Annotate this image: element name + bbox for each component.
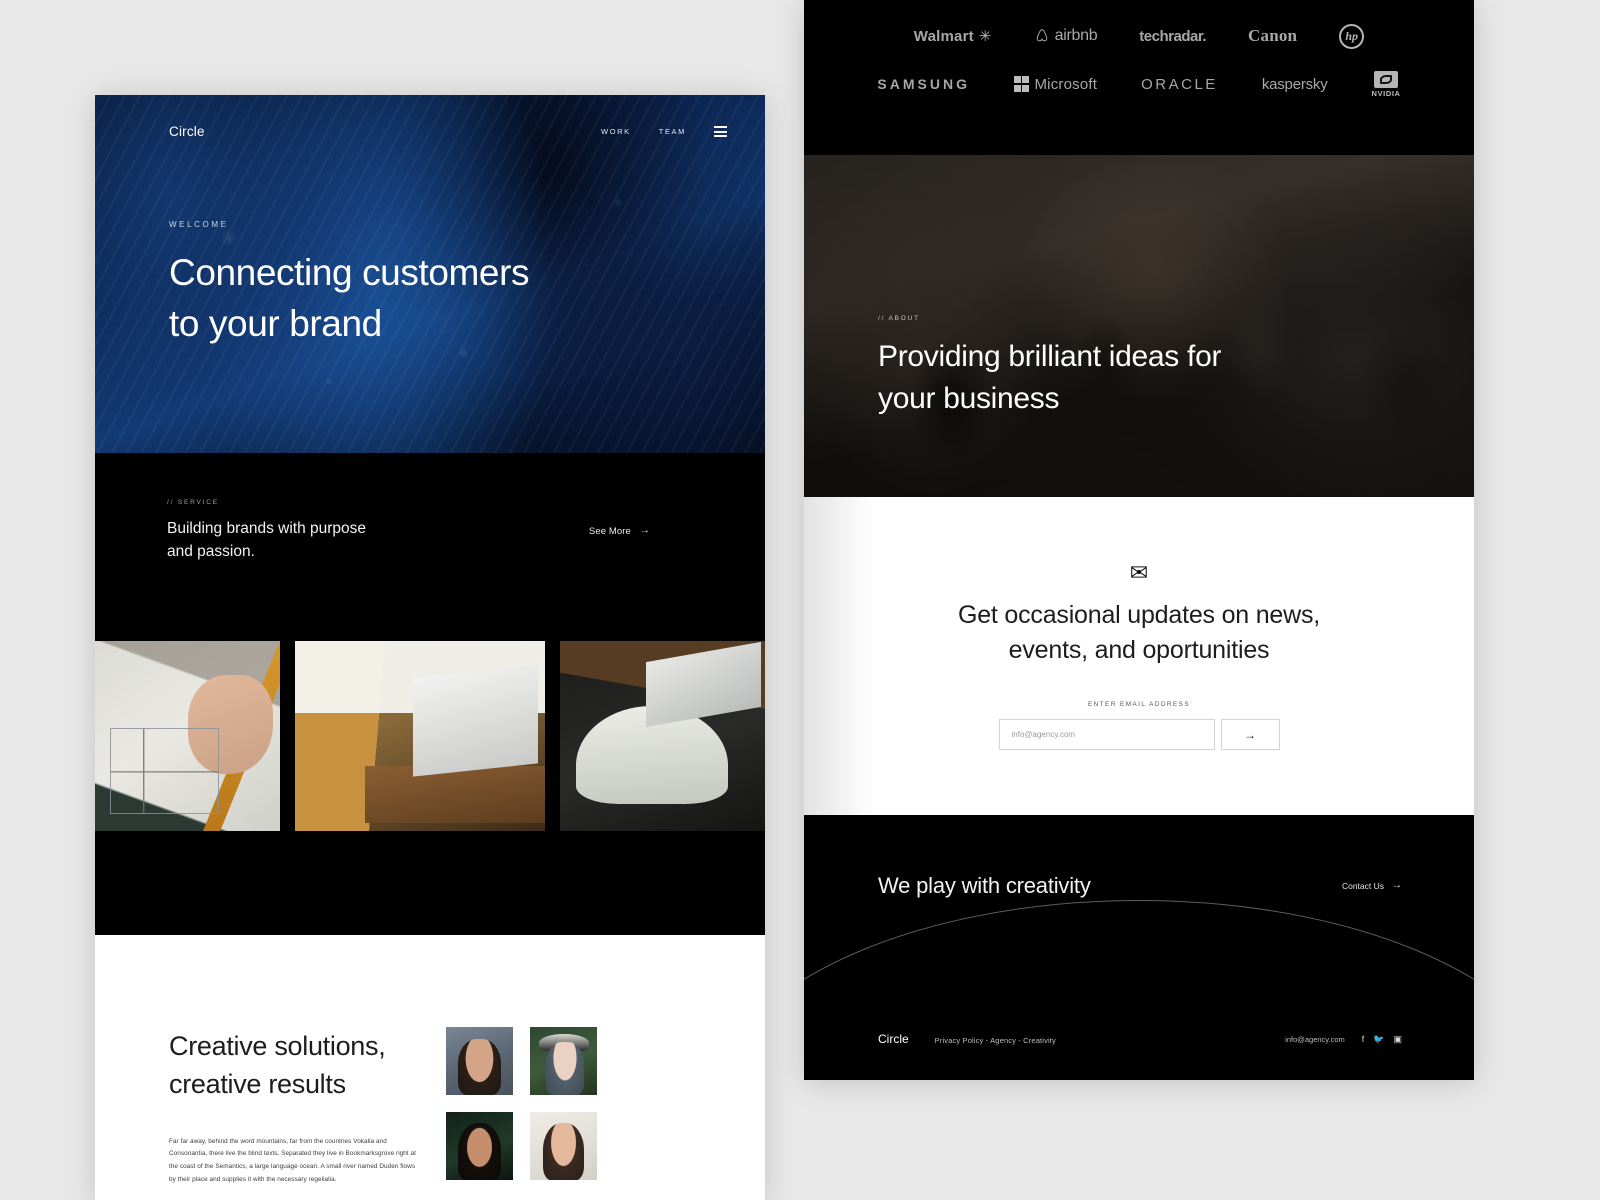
service-tag: // SERVICE bbox=[167, 498, 219, 506]
see-more-link[interactable]: See More → bbox=[589, 526, 650, 537]
kaspersky-logo: kaspersky bbox=[1261, 75, 1328, 93]
canon-logo: Canon bbox=[1248, 26, 1298, 45]
hamburger-icon[interactable] bbox=[714, 126, 727, 137]
about-title: Providing brilliant ideas for your busin… bbox=[878, 340, 1222, 415]
person-typing-laptop-photo bbox=[295, 641, 545, 831]
samsung-logo: SAMSUNG bbox=[877, 76, 970, 92]
screenshot-canvas: Circle WORK TEAM WELCOME Connecting cust… bbox=[0, 0, 1600, 1200]
footer-top-row: We play with creativity Contact Us → bbox=[804, 815, 1474, 899]
work-image-chair[interactable] bbox=[560, 641, 765, 831]
work-image-sketch[interactable] bbox=[95, 641, 280, 831]
email-field-label: ENTER EMAIL ADDRESS bbox=[1087, 701, 1191, 708]
creative-copy: Creative solutions, creative results Far… bbox=[95, 1027, 440, 1187]
hero-copy: WELCOME Connecting customers to your bra… bbox=[169, 220, 530, 349]
microsoft-squares-icon bbox=[1013, 76, 1030, 92]
microsoft-logo: Microsoft bbox=[1013, 76, 1097, 93]
hand-shape bbox=[187, 675, 273, 774]
service-copy: // SERVICE Building brands with purpose … bbox=[167, 499, 366, 563]
subscribe-button[interactable]: → bbox=[1220, 719, 1280, 750]
twitter-icon[interactable]: 🐦 bbox=[1373, 1034, 1384, 1044]
left-page-mockup: Circle WORK TEAM WELCOME Connecting cust… bbox=[95, 95, 765, 1200]
desk-chair-laptop-photo bbox=[560, 641, 765, 831]
team-photo-grid bbox=[446, 1027, 597, 1180]
hamburger-bar bbox=[714, 126, 727, 129]
team-member-portrait-2[interactable] bbox=[530, 1027, 597, 1095]
nvidia-logo: NVIDIA bbox=[1372, 70, 1401, 98]
client-logos-section: Walmart ✳ airbnb techradar. Canon hp SAM… bbox=[804, 0, 1474, 155]
footer-brand-group: Circle Privacy Policy - Agency - Creativ… bbox=[878, 1032, 1056, 1046]
creative-paragraph: Far far away, behind the word mountains,… bbox=[169, 1137, 416, 1184]
oracle-logo: ORACLE bbox=[1141, 75, 1218, 93]
hero-title: Connecting customers to your brand bbox=[169, 252, 530, 345]
contact-us-label: Contact Us bbox=[1341, 881, 1384, 891]
envelope-icon: ✉ bbox=[1129, 560, 1149, 585]
about-tag: // ABOUT bbox=[878, 315, 920, 322]
service-title: Building brands with purpose and passion… bbox=[167, 519, 367, 560]
section-spacer bbox=[95, 863, 765, 935]
site-logo[interactable]: Circle bbox=[169, 124, 205, 139]
footer-email[interactable]: info@agency.com bbox=[1285, 1035, 1345, 1044]
footer-contact-group: info@agency.com f 🐦 ▣ bbox=[1285, 1034, 1402, 1044]
hero-section: Circle WORK TEAM WELCOME Connecting cust… bbox=[95, 95, 765, 453]
arrow-right-icon: → bbox=[1392, 880, 1402, 891]
nav-item-team[interactable]: TEAM bbox=[659, 127, 686, 136]
arrow-right-icon: → bbox=[639, 525, 650, 536]
newsletter-section: ✉ Get occasional updates on news, events… bbox=[804, 497, 1474, 815]
techradar-logo: techradar. bbox=[1139, 27, 1207, 45]
work-image-laptop[interactable] bbox=[295, 641, 545, 831]
hamburger-bar bbox=[714, 130, 727, 133]
team-member-portrait-4[interactable] bbox=[530, 1112, 597, 1180]
email-input[interactable] bbox=[998, 719, 1215, 750]
nvidia-eye-icon bbox=[1374, 70, 1399, 88]
creative-title: Creative solutions, creative results bbox=[169, 1031, 386, 1100]
airbnb-logo: airbnb bbox=[1034, 27, 1098, 45]
footer-title: We play with creativity bbox=[878, 873, 1091, 898]
desk-shape bbox=[365, 766, 545, 824]
newsletter-title: Get occasional updates on news, events, … bbox=[957, 601, 1321, 664]
hero-eyebrow: WELCOME bbox=[169, 220, 229, 229]
decorative-arc bbox=[804, 900, 1474, 1080]
service-section: // SERVICE Building brands with purpose … bbox=[95, 453, 765, 609]
logo-row-1: Walmart ✳ airbnb techradar. Canon hp bbox=[834, 12, 1444, 60]
footer-logo[interactable]: Circle bbox=[878, 1032, 909, 1046]
footer-section: We play with creativity Contact Us → Cir… bbox=[804, 815, 1474, 1080]
footer-links[interactable]: Privacy Policy - Agency - Creativity bbox=[935, 1036, 1056, 1045]
nav-links: WORK TEAM bbox=[601, 126, 727, 137]
contact-us-link[interactable]: Contact Us → bbox=[1341, 880, 1402, 892]
creative-section: Creative solutions, creative results Far… bbox=[95, 935, 765, 1187]
sketching-wireframe-photo bbox=[95, 641, 280, 831]
hamburger-bar bbox=[714, 134, 727, 137]
walmart-logo: Walmart ✳ bbox=[913, 27, 992, 46]
work-gallery bbox=[95, 609, 765, 863]
instagram-icon[interactable]: ▣ bbox=[1393, 1034, 1402, 1044]
logo-row-2: SAMSUNG Microsoft ORACLE kaspersky NVIDI… bbox=[834, 60, 1444, 108]
walmart-spark-icon: ✳ bbox=[978, 28, 992, 45]
facebook-icon[interactable]: f bbox=[1362, 1034, 1365, 1044]
team-member-portrait-3[interactable] bbox=[446, 1112, 513, 1180]
about-copy: // ABOUT Providing brilliant ideas for y… bbox=[878, 315, 1221, 420]
airbnb-mark-icon bbox=[1036, 28, 1047, 41]
team-member-portrait-1[interactable] bbox=[446, 1027, 513, 1095]
nav-item-work[interactable]: WORK bbox=[601, 127, 631, 136]
right-page-mockup: Walmart ✳ airbnb techradar. Canon hp SAM… bbox=[804, 0, 1474, 1080]
social-links: f 🐦 ▣ bbox=[1362, 1034, 1402, 1044]
hp-logo: hp bbox=[1339, 23, 1365, 49]
top-navigation: Circle WORK TEAM bbox=[95, 124, 765, 139]
about-hero-section: // ABOUT Providing brilliant ideas for y… bbox=[804, 155, 1474, 497]
see-more-label: See More bbox=[588, 525, 631, 537]
footer-bottom-row: Circle Privacy Policy - Agency - Creativ… bbox=[804, 1032, 1474, 1046]
newsletter-form: → bbox=[998, 719, 1280, 750]
